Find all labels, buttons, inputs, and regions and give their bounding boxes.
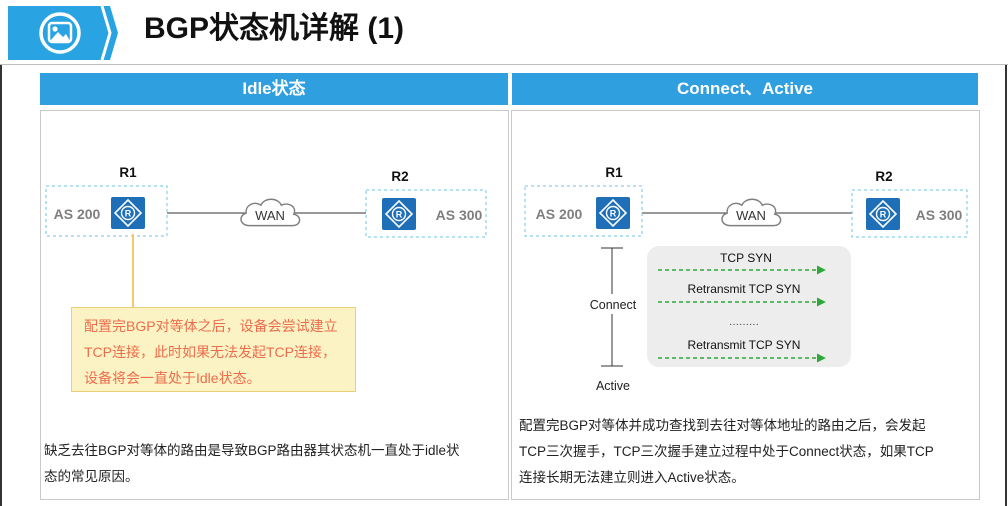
active-label: Active bbox=[596, 379, 630, 393]
right-wan-label: WAN bbox=[736, 208, 766, 223]
left-wan-label: WAN bbox=[255, 208, 285, 223]
ca-desc-line-3: 连接长期无法建立则进入Active状态。 bbox=[519, 470, 745, 485]
right-r2-router-icon bbox=[866, 198, 900, 230]
left-r1-label: R1 bbox=[119, 165, 137, 180]
right-as1-label: AS 200 bbox=[536, 206, 583, 222]
idle-description: 缺乏去往BGP对等体的路由是导致BGP路由器其状态机一直处于idle状 态的常见… bbox=[44, 438, 460, 490]
left-as1-label: AS 200 bbox=[54, 206, 101, 222]
right-as2-label: AS 300 bbox=[916, 207, 963, 223]
left-r2-router-icon bbox=[382, 198, 416, 230]
ca-desc-line-1: 配置完BGP对等体并成功查找到去往对等体地址的路由之后，会发起 bbox=[519, 418, 926, 433]
note-line-3: 设备将会一直处于Idle状态。 bbox=[84, 370, 261, 386]
idle-desc-line-2: 态的常见原因。 bbox=[44, 469, 139, 484]
panel-header-connect-active: Connect、Active bbox=[512, 73, 978, 105]
msg-retransmit-2: Retransmit TCP SYN bbox=[688, 338, 801, 352]
panel-header-idle: Idle状态 bbox=[40, 73, 508, 105]
msg-tcp-syn: TCP SYN bbox=[720, 251, 772, 265]
connect-active-description: 配置完BGP对等体并成功查找到去往对等体地址的路由之后，会发起 TCP三次握手，… bbox=[519, 413, 934, 491]
left-r1-router-icon bbox=[111, 197, 145, 229]
idle-note-callout: 配置完BGP对等体之后，设备会尝试建立 TCP连接，此时如果无法发起TCP连接，… bbox=[71, 307, 356, 392]
right-r1-label: R1 bbox=[605, 165, 623, 180]
left-r2-label: R2 bbox=[391, 169, 408, 184]
msg-retransmit-1: Retransmit TCP SYN bbox=[688, 282, 801, 296]
connect-label: Connect bbox=[590, 298, 637, 312]
note-line-1: 配置完BGP对等体之后，设备会尝试建立 bbox=[84, 318, 338, 334]
left-as2-label: AS 300 bbox=[436, 207, 483, 223]
note-line-2: TCP连接，此时如果无法发起TCP连接， bbox=[84, 344, 336, 360]
right-r2-label: R2 bbox=[875, 169, 892, 184]
msg-ellipsis: ········· bbox=[729, 319, 759, 330]
right-r1-router-icon bbox=[596, 197, 630, 229]
idle-desc-line-1: 缺乏去往BGP对等体的路由是导致BGP路由器其状态机一直处于idle状 bbox=[44, 443, 460, 458]
ca-desc-line-2: TCP三次握手，TCP三次握手建立过程中处于Connect状态，如果TCP bbox=[519, 444, 934, 459]
